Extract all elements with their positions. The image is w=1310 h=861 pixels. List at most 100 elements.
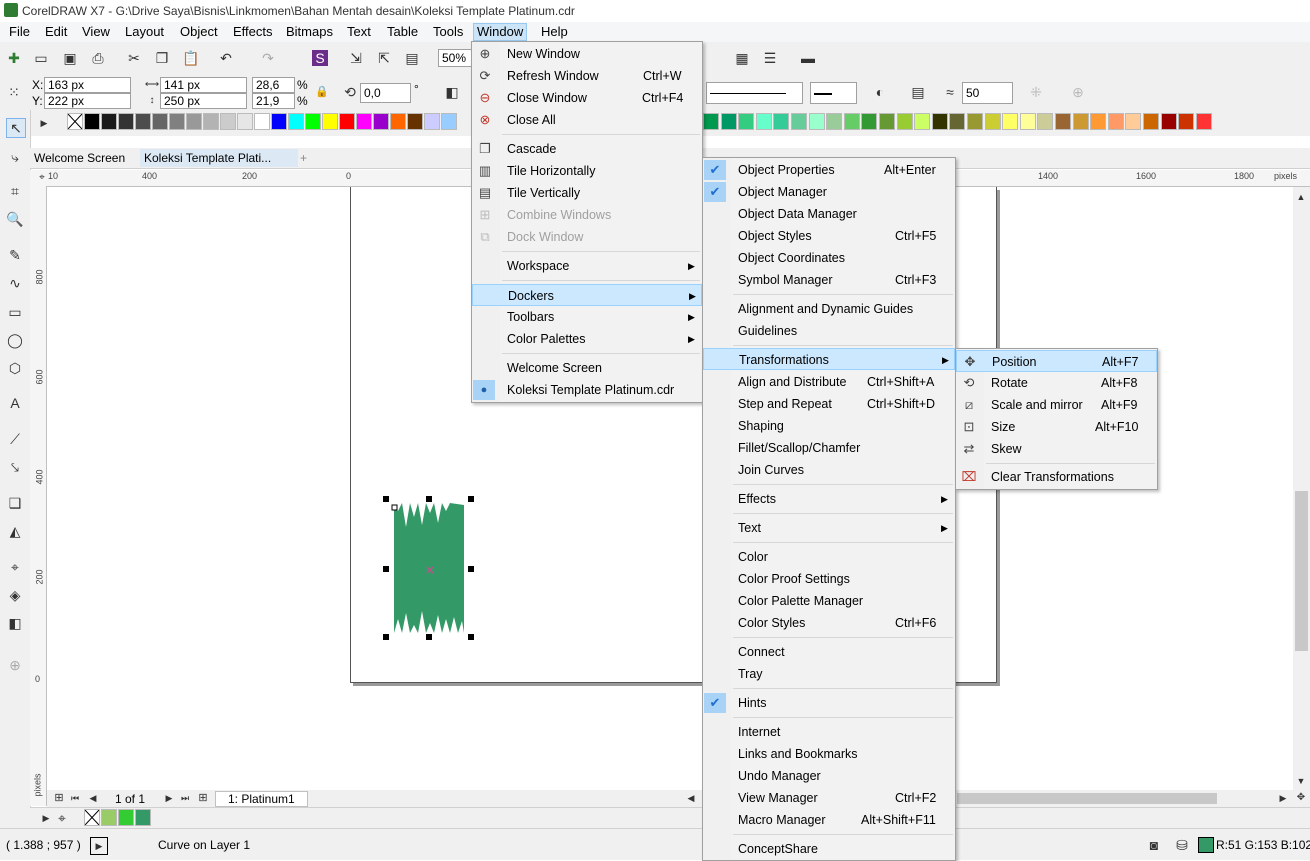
color-swatch[interactable] — [1055, 113, 1071, 130]
selection-handle[interactable] — [468, 634, 474, 640]
new-tab-icon[interactable]: + — [296, 149, 311, 167]
color-swatch[interactable] — [203, 113, 219, 130]
selection-handle[interactable] — [426, 496, 432, 502]
menu-edit[interactable]: Edit — [42, 24, 70, 40]
menu-item-document[interactable]: ● Koleksi Template Platinum.cdr — [472, 379, 702, 401]
menu-item-color-proof[interactable]: Color Proof Settings — [703, 568, 955, 590]
artistic-media-icon[interactable]: ∿ — [6, 274, 24, 292]
color-swatch[interactable] — [1195, 113, 1212, 130]
doc-palette-scroll-icon[interactable]: ▶ — [38, 810, 54, 826]
menu-item-symbol-manager[interactable]: Symbol Manager Ctrl+F3 — [703, 269, 955, 291]
color-swatch[interactable] — [791, 113, 807, 130]
color-swatch[interactable] — [755, 113, 772, 130]
color-swatch[interactable] — [843, 113, 860, 130]
y-position-field[interactable]: 222 px — [44, 93, 131, 109]
menu-layout[interactable]: Layout — [122, 24, 167, 40]
menu-item-color-styles[interactable]: Color Styles Ctrl+F6 — [703, 612, 955, 634]
menu-item-links-bookmarks[interactable]: Links and Bookmarks — [703, 743, 955, 765]
menu-item-connect[interactable]: Connect — [703, 641, 955, 663]
add-icon[interactable]: ⊕ — [1070, 84, 1086, 100]
menu-item-color-palette-manager[interactable]: Color Palette Manager — [703, 590, 955, 612]
menu-item-cascade[interactable]: ❐ Cascade — [472, 138, 702, 160]
vertical-scroll-thumb[interactable] — [1295, 491, 1308, 651]
menu-item-undo-manager[interactable]: Undo Manager — [703, 765, 955, 787]
open-icon[interactable]: ▭ — [33, 50, 49, 66]
menu-item-tray[interactable]: Tray — [703, 663, 955, 685]
menu-item-conceptshare[interactable]: ConceptShare — [703, 838, 955, 860]
color-swatch[interactable] — [738, 113, 755, 130]
zoom-level-field[interactable]: 50% — [438, 49, 473, 67]
menu-item-scale-mirror[interactable]: ⧄ Scale and mirror Alt+F9 — [956, 394, 1157, 416]
color-swatch[interactable] — [118, 113, 134, 130]
add-page-before-icon[interactable]: ⊞ — [51, 790, 67, 806]
menu-item-object-styles[interactable]: Object Styles Ctrl+F5 — [703, 225, 955, 247]
width-field[interactable]: 141 px — [160, 77, 247, 93]
color-swatch[interactable] — [1019, 113, 1036, 130]
scroll-right-icon[interactable]: ▶ — [1275, 790, 1291, 806]
selection-handle[interactable] — [383, 566, 389, 572]
menu-item-fillet[interactable]: Fillet/Scallop/Chamfer — [703, 437, 955, 459]
color-swatch[interactable] — [1037, 113, 1054, 130]
menu-item-object-data-manager[interactable]: Object Data Manager — [703, 203, 955, 225]
print-icon[interactable]: ⎙ — [90, 50, 106, 66]
tab-welcome-screen[interactable]: Welcome Screen — [30, 149, 129, 167]
menu-item-macro-manager[interactable]: Macro Manager Alt+Shift+F11 — [703, 809, 955, 831]
x-position-field[interactable]: 163 px — [44, 77, 131, 93]
menu-item-hints[interactable]: ✔ Hints — [703, 692, 955, 714]
line-end-select[interactable] — [810, 82, 857, 104]
no-color-swatch[interactable] — [84, 809, 100, 826]
transparency-icon[interactable]: ◭ — [6, 522, 24, 540]
menu-item-object-manager[interactable]: ✔ Object Manager — [703, 181, 955, 203]
new-document-icon[interactable]: ✚ — [6, 50, 22, 66]
menu-item-step-repeat[interactable]: Step and Repeat Ctrl+Shift+D — [703, 393, 955, 415]
menu-item-shaping[interactable]: Shaping — [703, 415, 955, 437]
menu-item-toolbars[interactable]: Toolbars ▶ — [472, 306, 702, 328]
color-swatch[interactable] — [305, 113, 321, 130]
color-swatch[interactable] — [1072, 113, 1089, 130]
rectangle-tool-icon[interactable]: ▭ — [6, 303, 24, 321]
color-swatch[interactable] — [967, 113, 983, 130]
menu-item-color[interactable]: Color — [703, 546, 955, 568]
add-tool-icon[interactable]: ⊕ — [6, 656, 24, 674]
color-swatch[interactable] — [896, 113, 913, 130]
snap-to-icon[interactable]: ☰ — [762, 50, 778, 66]
scroll-left-icon[interactable]: ◀ — [683, 790, 699, 806]
menu-help[interactable]: Help — [538, 24, 571, 40]
node-handle[interactable] — [391, 504, 398, 511]
paste-icon[interactable]: 📋 — [182, 50, 199, 66]
menu-table[interactable]: Table — [384, 24, 421, 40]
crop-tool-icon[interactable]: ⌗ — [6, 182, 24, 200]
menu-item-rotate[interactable]: ⟲ Rotate Alt+F8 — [956, 372, 1157, 394]
drop-shadow-icon[interactable]: ❑ — [6, 494, 24, 512]
copy-icon[interactable]: ❐ — [154, 50, 170, 66]
export-icon[interactable]: ⇱ — [376, 50, 392, 66]
color-swatch[interactable] — [271, 113, 287, 130]
import-icon[interactable]: ⇲ — [348, 50, 364, 66]
lock-ratio-icon[interactable]: 🔒 — [314, 84, 330, 100]
selection-handle[interactable] — [468, 566, 474, 572]
color-swatch[interactable] — [914, 113, 931, 130]
menu-item-new-window[interactable]: ⊕ New Window — [472, 43, 702, 65]
eyedropper-icon[interactable]: ⌖ — [6, 558, 24, 576]
menu-item-color-palettes[interactable]: Color Palettes ▶ — [472, 328, 702, 350]
color-proof-icon[interactable]: ◙ — [1146, 837, 1162, 853]
vertical-scrollbar[interactable]: ▲ ▼ — [1293, 187, 1310, 790]
palette-scroll-icon[interactable]: ▶ — [36, 115, 52, 131]
color-swatch[interactable] — [135, 809, 151, 826]
rotation-field[interactable]: 0,0 — [360, 83, 411, 103]
freehand-tool-icon[interactable]: ✎ — [6, 246, 24, 264]
menu-effects[interactable]: Effects — [230, 24, 276, 40]
menu-item-clear-transformations[interactable]: ⌧ Clear Transformations — [956, 466, 1157, 488]
color-swatch[interactable] — [152, 113, 168, 130]
mirror-horizontal-icon[interactable]: ◧ — [444, 84, 460, 100]
menu-item-align-distribute[interactable]: Align and Distribute Ctrl+Shift+A — [703, 371, 955, 393]
menu-item-effects[interactable]: Effects ▶ — [703, 488, 955, 510]
interactive-fill-icon[interactable]: ◈ — [6, 586, 24, 604]
color-swatch[interactable] — [949, 113, 966, 130]
menu-item-position[interactable]: ✥ Position Alt+F7 — [956, 350, 1157, 372]
menu-item-text[interactable]: Text ▶ — [703, 517, 955, 539]
color-swatch[interactable] — [720, 113, 737, 130]
selection-handle[interactable] — [383, 496, 389, 502]
color-swatch[interactable] — [373, 113, 389, 130]
color-swatch[interactable] — [1143, 113, 1159, 130]
